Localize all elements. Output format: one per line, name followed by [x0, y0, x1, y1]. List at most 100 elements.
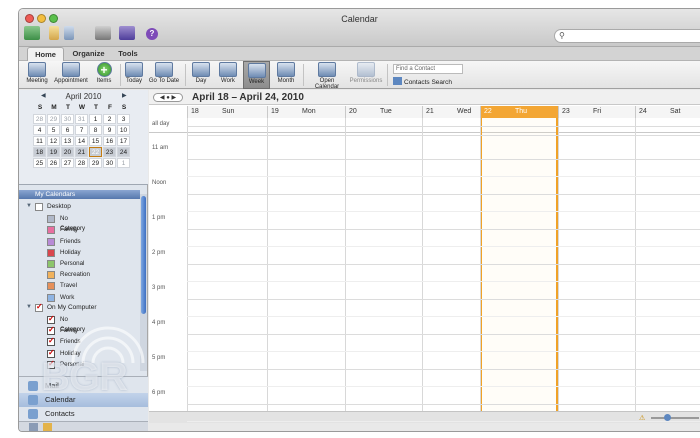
mini-calendar-day[interactable]: 11: [33, 136, 46, 146]
mini-calendar-day[interactable]: 16: [103, 136, 116, 146]
ribbon: Meeting Appointment + Items Today Go To D…: [19, 61, 700, 90]
weekday-label: F: [108, 104, 112, 111]
mini-calendar-day[interactable]: 3: [117, 114, 130, 124]
calendar-checkbox[interactable]: [47, 260, 55, 268]
calendar-checkbox[interactable]: [47, 248, 55, 257]
undo-icon[interactable]: [64, 26, 74, 40]
media-icon[interactable]: [119, 26, 135, 40]
appointment-button[interactable]: Appointment: [53, 61, 89, 89]
mini-calendar-day[interactable]: 13: [61, 136, 74, 146]
day-number: 21: [426, 108, 434, 115]
hour-label: Noon: [152, 180, 167, 186]
mini-calendar-day[interactable]: 8: [89, 125, 102, 135]
mini-calendar-day[interactable]: 26: [47, 158, 60, 168]
date-range-title: April 18 – April 24, 2010: [192, 92, 304, 103]
mini-calendar-day[interactable]: 30: [61, 114, 74, 124]
mini-calendar-day[interactable]: 25: [33, 158, 46, 168]
mini-calendar-day[interactable]: 6: [61, 125, 74, 135]
day-header[interactable]: 23 Fri: [558, 106, 635, 118]
ribbon-divider: [303, 64, 304, 86]
day-header-today[interactable]: 22 Thu: [480, 106, 558, 118]
day-header[interactable]: 18 Sun: [187, 106, 267, 118]
mini-calendar-day[interactable]: 10: [117, 125, 130, 135]
contacts-search-button[interactable]: Contacts Search: [393, 77, 452, 86]
mini-calendar-day[interactable]: 24: [117, 147, 130, 157]
mini-calendar-day[interactable]: 27: [61, 158, 74, 168]
find-contact-field[interactable]: Find a Contact: [393, 64, 463, 74]
print-icon[interactable]: [95, 26, 111, 40]
tab-tools[interactable]: Tools: [113, 47, 143, 61]
mini-calendar-day[interactable]: 21: [75, 147, 88, 157]
day-number: 24: [639, 108, 647, 115]
calendar-checkbox[interactable]: [47, 314, 55, 324]
open-calendar-button[interactable]: Open Calendar: [307, 61, 347, 90]
mini-calendar-day[interactable]: 14: [75, 136, 88, 146]
day-number: 23: [562, 108, 570, 115]
today-button[interactable]: Today: [123, 61, 145, 89]
new-item-icon[interactable]: [24, 26, 40, 40]
mini-calendar-day[interactable]: 19: [47, 147, 60, 157]
notes-icon[interactable]: [29, 423, 38, 431]
scroll-thumb[interactable]: [141, 196, 146, 314]
calendar-checkbox[interactable]: [47, 325, 55, 336]
open-folder-icon[interactable]: [49, 26, 59, 40]
next-month-icon[interactable]: ▶: [122, 92, 127, 99]
disclosure-triangle-icon[interactable]: ▼: [26, 203, 32, 209]
mini-calendar-day[interactable]: 1: [117, 158, 130, 168]
mini-calendar-today[interactable]: 22: [89, 147, 102, 157]
hour-gridline: [187, 334, 700, 335]
mini-calendar-day[interactable]: 15: [89, 136, 102, 146]
mini-calendar-day[interactable]: 2: [103, 114, 116, 124]
calendar-checkbox[interactable]: [47, 271, 55, 280]
mini-calendar-day[interactable]: 30: [103, 158, 116, 168]
tasks-icon[interactable]: [43, 423, 52, 431]
mini-calendar-day[interactable]: 1: [89, 114, 102, 124]
date-nav-arrows[interactable]: ◀ ● ▶: [153, 93, 183, 102]
day-view-button[interactable]: Day: [189, 61, 213, 89]
zoom-slider-knob[interactable]: [664, 414, 671, 421]
mini-calendar-day[interactable]: 9: [103, 125, 116, 135]
mini-calendar-day[interactable]: 12: [47, 136, 60, 146]
items-button[interactable]: + Items: [92, 61, 116, 89]
my-calendars-header[interactable]: My Calendars: [19, 190, 140, 199]
mini-calendar-day[interactable]: 31: [75, 114, 88, 124]
hour-label: 6 pm: [152, 390, 166, 396]
work-week-button[interactable]: Work: [216, 61, 240, 89]
mini-calendar-day[interactable]: 29: [89, 158, 102, 168]
day-header[interactable]: 21 Wed: [422, 106, 480, 118]
calendar-checkbox[interactable]: [47, 237, 55, 246]
calendar-checkbox[interactable]: [47, 282, 55, 291]
mini-calendar-day[interactable]: 5: [47, 125, 60, 135]
permissions-button[interactable]: Permissions: [349, 61, 383, 89]
mini-calendar-day[interactable]: 23: [103, 147, 116, 157]
zoom-slider[interactable]: [651, 417, 699, 419]
tab-home[interactable]: Home: [27, 47, 64, 61]
nav-contacts[interactable]: Contacts: [19, 407, 148, 421]
search-field[interactable]: ⚲: [554, 29, 700, 43]
mini-calendar-day[interactable]: 17: [117, 136, 130, 146]
mini-calendar-day[interactable]: 4: [33, 125, 46, 135]
meeting-button[interactable]: Meeting: [25, 61, 49, 89]
mini-calendar-day[interactable]: 18: [33, 147, 46, 157]
group-checkbox[interactable]: [35, 302, 43, 312]
calendar-checkbox[interactable]: [47, 215, 55, 224]
mini-calendar-day[interactable]: 29: [47, 114, 60, 124]
month-view-button[interactable]: Month: [273, 61, 299, 89]
day-header[interactable]: 20 Tue: [345, 106, 422, 118]
help-icon[interactable]: ?: [146, 28, 158, 40]
day-header[interactable]: 24 Sat: [635, 106, 700, 118]
calendar-checkbox[interactable]: [47, 226, 55, 235]
group-checkbox[interactable]: [35, 203, 43, 211]
mini-calendar-day[interactable]: 28: [75, 158, 88, 168]
go-to-date-label: Go To Date: [148, 78, 180, 84]
go-to-date-button[interactable]: Go To Date: [147, 61, 181, 89]
calendar-checkbox[interactable]: [47, 336, 55, 347]
calendar-checkbox[interactable]: [47, 293, 55, 302]
week-view-button[interactable]: Week: [243, 61, 270, 89]
disclosure-triangle-icon[interactable]: ▼: [26, 304, 32, 310]
mini-calendar-day[interactable]: 28: [33, 114, 46, 124]
mini-calendar-day[interactable]: 20: [61, 147, 74, 157]
day-header[interactable]: 19 Mon: [267, 106, 345, 118]
tab-organize[interactable]: Organize: [66, 47, 111, 61]
mini-calendar-day[interactable]: 7: [75, 125, 88, 135]
